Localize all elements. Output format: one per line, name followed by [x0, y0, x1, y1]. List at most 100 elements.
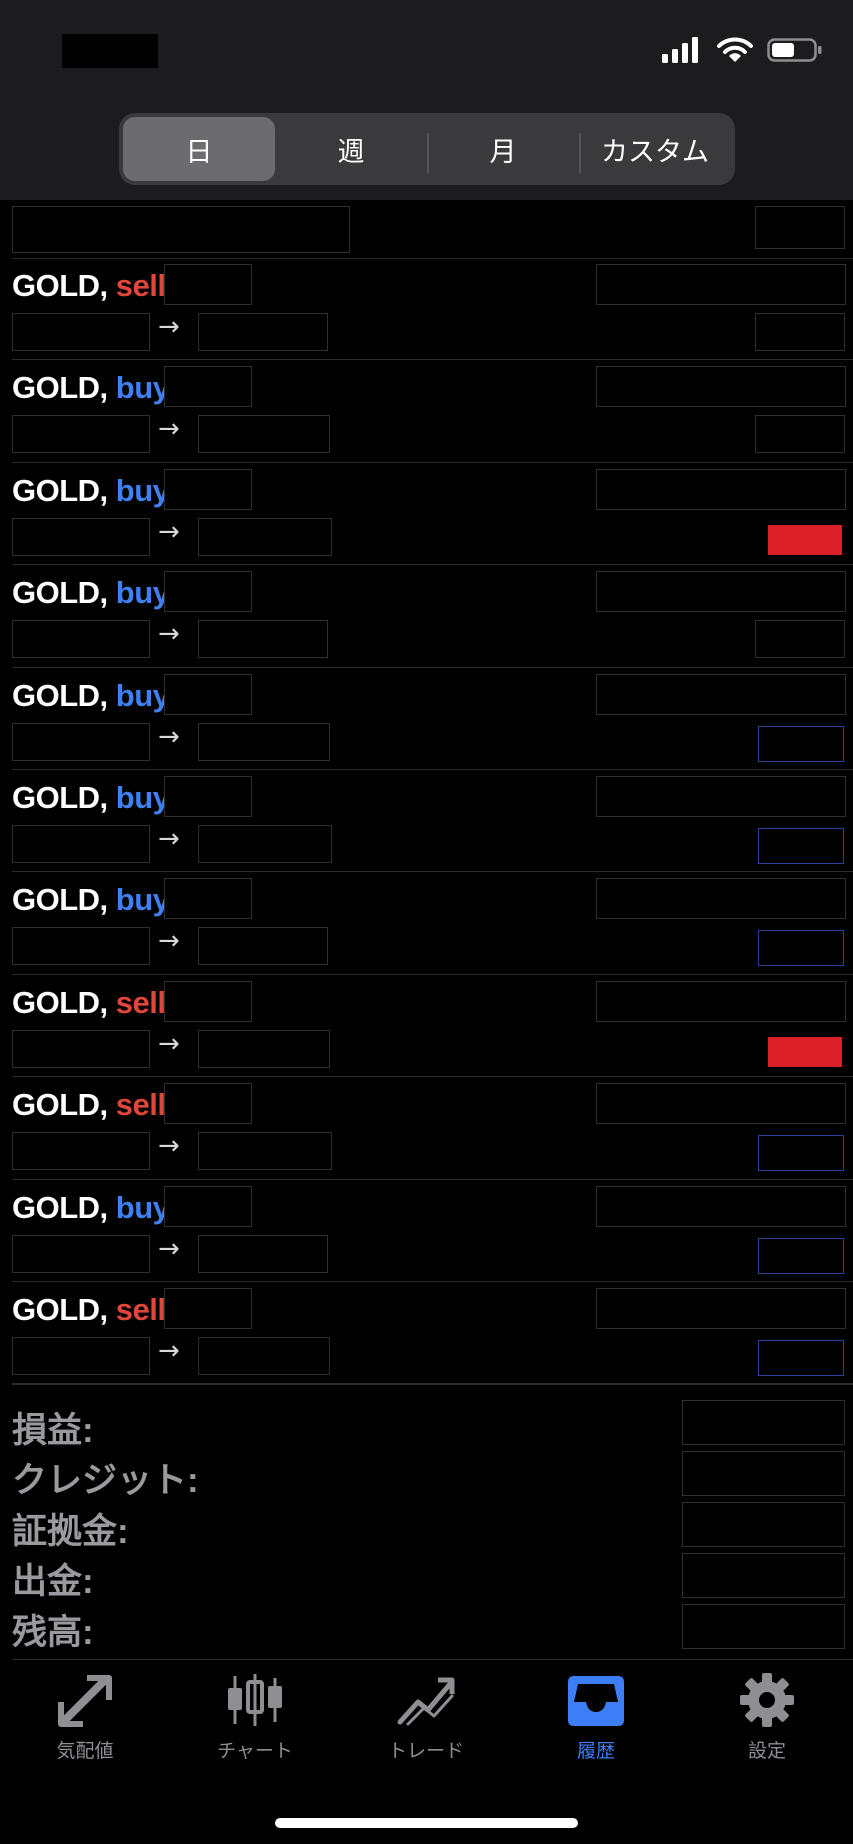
trade-volume-redacted — [164, 571, 252, 613]
segment-month-label: 月 — [489, 136, 517, 168]
trade-symbol: GOLD, — [12, 780, 108, 815]
open-price-redacted — [12, 722, 150, 761]
profit-value-redacted — [758, 725, 844, 762]
candlestick-chart-icon — [228, 1674, 282, 1726]
open-price-redacted — [12, 1132, 150, 1171]
tab-settings[interactable]: 設定 — [682, 1660, 852, 1780]
close-price-redacted — [198, 620, 328, 659]
trade-side: sell — [115, 1292, 166, 1327]
trade-title: GOLD, sell — [12, 985, 166, 1021]
price-arrow-icon: → — [158, 721, 180, 752]
price-arrow-icon: → — [158, 1336, 180, 1366]
trade-title: GOLD, buy — [12, 677, 170, 714]
trade-row[interactable]: GOLD, buy → — [0, 668, 853, 770]
summary-label-credit: クレジット: — [12, 1461, 199, 1500]
trade-symbol: GOLD, — [12, 575, 108, 611]
trade-time-redacted — [596, 1185, 846, 1227]
trade-side: buy — [115, 472, 170, 508]
trade-volume-redacted — [164, 1185, 252, 1227]
trade-side: buy — [115, 1189, 170, 1225]
trade-row[interactable]: GOLD, sell → — [0, 1077, 853, 1180]
trade-time-redacted — [596, 468, 846, 510]
tab-chart[interactable]: チャート — [170, 1660, 340, 1780]
trade-time-redacted — [596, 571, 846, 613]
trade-title: GOLD, sell — [12, 1087, 166, 1123]
battery-icon — [767, 36, 823, 68]
trade-time-redacted — [596, 673, 846, 715]
profit-value-redacted — [758, 1135, 844, 1172]
summary-label-withdrawal: 出金: — [12, 1562, 94, 1601]
trade-title: GOLD, buy — [12, 472, 170, 509]
price-arrow-icon: → — [158, 414, 180, 445]
home-indicator — [275, 1818, 578, 1828]
summary-label-margin: 証拠金: — [12, 1512, 129, 1551]
trade-row[interactable]: GOLD, buy → — [0, 770, 853, 873]
open-price-redacted — [12, 313, 150, 351]
trade-side: sell — [115, 268, 166, 303]
segment-custom-label: カスタム — [601, 136, 709, 168]
close-price-redacted — [198, 927, 328, 966]
tab-history[interactable]: 履歴 — [511, 1660, 681, 1780]
close-price-redacted — [198, 1029, 330, 1068]
trade-row[interactable]: GOLD, buy → — [0, 1180, 853, 1282]
profit-value-redacted — [758, 1340, 844, 1376]
segment-divider — [427, 133, 429, 173]
close-price-redacted — [198, 313, 328, 351]
trade-time-redacted — [596, 980, 846, 1022]
price-arrow-icon: → — [158, 926, 180, 957]
trade-row[interactable]: GOLD, buy → — [0, 565, 853, 668]
trade-side: buy — [115, 370, 170, 406]
trade-title: GOLD, buy — [12, 882, 170, 918]
segment-week[interactable]: 週 — [275, 117, 427, 181]
trade-row[interactable]: GOLD, buy → — [0, 360, 853, 463]
close-price-redacted — [198, 415, 330, 454]
trade-symbol: GOLD, — [12, 1292, 108, 1327]
tab-chart-label: チャート — [217, 1740, 293, 1762]
tab-trade-label: トレード — [387, 1740, 464, 1762]
cellular-signal-icon — [661, 36, 703, 68]
open-price-redacted — [12, 517, 150, 556]
summary-label-profit: 損益: — [12, 1411, 94, 1450]
period-segmented-control: 日 週 月 カスタム — [119, 113, 735, 185]
price-arrow-icon: → — [158, 516, 180, 547]
summary-value-margin — [682, 1502, 845, 1547]
trade-title: GOLD, buy — [12, 780, 170, 816]
price-arrow-icon: → — [158, 1131, 180, 1162]
trade-side: buy — [115, 780, 170, 815]
partial-row-profit-redacted — [755, 206, 845, 249]
open-price-redacted — [12, 1029, 150, 1068]
trade-row[interactable]: GOLD, sell → — [0, 1282, 853, 1385]
price-arrow-icon: → — [158, 1233, 180, 1264]
close-price-redacted — [198, 1337, 330, 1375]
trade-symbol: GOLD, — [12, 677, 108, 713]
trade-time-redacted — [596, 264, 846, 305]
profit-value-redacted — [755, 313, 845, 351]
segment-custom[interactable]: カスタム — [579, 117, 731, 181]
profit-value-redacted — [755, 415, 845, 454]
trade-volume-redacted — [164, 1083, 252, 1125]
trade-row[interactable]: GOLD, buy → — [0, 872, 853, 975]
profit-value-redacted — [758, 930, 844, 967]
tab-trade[interactable]: トレード — [341, 1660, 511, 1780]
trade-side: buy — [115, 575, 170, 611]
trade-time-redacted — [596, 1288, 846, 1329]
segment-day[interactable]: 日 — [123, 117, 275, 181]
top-header: 日 週 月 カスタム — [0, 0, 853, 200]
trade-row[interactable]: GOLD, buy → — [0, 463, 853, 566]
trade-symbol: GOLD, — [12, 472, 108, 508]
segment-month[interactable]: 月 — [427, 117, 579, 181]
trade-row[interactable]: GOLD, sell → — [0, 258, 853, 361]
tab-quotes[interactable]: 気配値 — [0, 1660, 170, 1780]
trade-title: GOLD, sell — [12, 1292, 166, 1328]
tab-history-label: 履歴 — [576, 1740, 615, 1762]
trade-volume-redacted — [164, 776, 252, 817]
trade-time-redacted — [596, 776, 846, 817]
trade-volume-redacted — [164, 264, 252, 305]
close-price-redacted — [198, 722, 330, 761]
summary-value-profit — [682, 1400, 845, 1445]
settings-gear-icon — [740, 1673, 794, 1727]
trade-row[interactable]: GOLD, sell → — [0, 975, 853, 1078]
trade-symbol: GOLD, — [12, 1087, 108, 1123]
open-price-redacted — [12, 927, 150, 966]
summary-value-withdrawal — [682, 1553, 845, 1598]
